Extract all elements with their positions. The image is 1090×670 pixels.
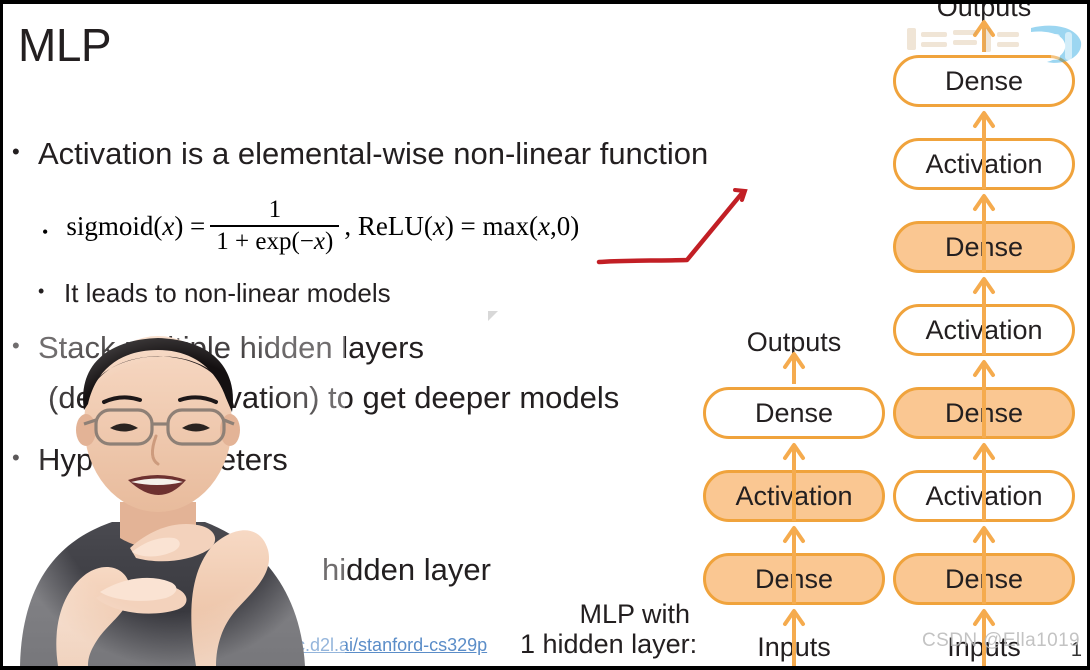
formula-relu-head: , ReLU( bbox=[344, 210, 433, 241]
right-mlp-node-dense: Dense bbox=[893, 387, 1075, 439]
formula-sigmoid-relu: • sigmoid(x) = 1 1 + exp(−x) , ReLU(x) =… bbox=[42, 196, 579, 256]
course-link[interactable]: https://c.d2l.ai/stanford-cs329p bbox=[242, 635, 487, 656]
bullet-text: Stack multiple hidden layers bbox=[38, 330, 424, 365]
left-mlp-inputs-label: Inputs bbox=[757, 632, 831, 662]
right-mlp-node-activation: Activation bbox=[893, 470, 1075, 522]
formula-den-close: ) bbox=[325, 228, 334, 255]
red-relu-sketch-icon bbox=[596, 188, 748, 265]
bullet-nonlinear-models: • It leads to non-linear models bbox=[38, 278, 391, 309]
page-title: MLP bbox=[18, 19, 112, 71]
node-label: Dense bbox=[944, 65, 1024, 96]
left-mlp-node-dense: Dense bbox=[703, 387, 885, 439]
formula-relu-end: ,0) bbox=[550, 210, 580, 241]
watermark-csdn-author: CSDN @Ella1019 bbox=[922, 630, 1080, 651]
left-mlp-node-dense: Dense bbox=[703, 553, 885, 605]
left-mlp-caption: MLP with 1 hidden layer: bbox=[520, 599, 698, 659]
letterbox-left bbox=[0, 0, 3, 670]
right-mlp-node-dense: Dense bbox=[893, 55, 1075, 107]
node-label: Dense bbox=[944, 563, 1024, 594]
slide-canvas: MLP • Activation is a elemental-wise non-… bbox=[0, 0, 1090, 670]
right-mlp-node-dense: Dense bbox=[893, 553, 1075, 605]
caption-line-1: MLP with bbox=[579, 599, 690, 629]
formula-den-pre: 1 + exp(− bbox=[216, 228, 314, 255]
bullet-stack-layers-cont: (dense + activation) to get deeper model… bbox=[48, 380, 620, 415]
flow-arrow-icon bbox=[973, 20, 995, 52]
node-label: Activation bbox=[735, 480, 853, 511]
formula-relu-var2: x bbox=[538, 210, 550, 241]
bullet-hyperparameters: • Hyper-parameters bbox=[12, 442, 288, 477]
formula-relu-var: x bbox=[432, 210, 445, 241]
bullet-dot-icon: • bbox=[12, 333, 20, 358]
formula-sigmoid-close: ) = bbox=[174, 210, 206, 241]
bullet-hidden-layer-tail: hidden layer bbox=[322, 552, 491, 587]
bullet-stack-layers: • Stack multiple hidden layers bbox=[12, 330, 424, 365]
node-label: Activation bbox=[925, 314, 1043, 345]
formula-relu-mid: ) = max( bbox=[444, 210, 539, 241]
right-mlp-node-activation: Activation bbox=[893, 138, 1075, 190]
right-mlp-node-activation: Activation bbox=[893, 304, 1075, 356]
bullet-dot-icon: • bbox=[12, 445, 20, 470]
flow-arrow-icon bbox=[783, 352, 805, 384]
cursor-artifact-icon bbox=[488, 311, 498, 321]
sub-bullet-dot-icon: • bbox=[38, 281, 45, 301]
node-label: Activation bbox=[925, 480, 1043, 511]
bullet-text: It leads to non-linear models bbox=[64, 278, 391, 308]
formula-numerator: 1 bbox=[268, 196, 282, 223]
letterbox-bottom bbox=[0, 666, 1090, 670]
bullet-dot-icon: • bbox=[12, 139, 20, 164]
left-mlp-node-activation: Activation bbox=[703, 470, 885, 522]
formula-fraction: 1 1 + exp(−x) bbox=[210, 196, 340, 256]
node-label: Dense bbox=[944, 397, 1024, 428]
sub-bullet-dot-icon: • bbox=[42, 221, 49, 242]
left-mlp-outputs-label: Outputs bbox=[746, 327, 842, 357]
formula-denominator: 1 + exp(−x) bbox=[210, 225, 340, 256]
node-label: Dense bbox=[754, 397, 834, 428]
bullet-text: Hyper-parameters bbox=[38, 442, 288, 477]
formula-sigmoid-var: x bbox=[162, 210, 175, 241]
node-label: Dense bbox=[754, 563, 834, 594]
bullet-activation: • Activation is a elemental-wise non-line… bbox=[12, 136, 708, 171]
right-mlp-node-dense: Dense bbox=[893, 221, 1075, 273]
letterbox-top bbox=[0, 0, 1090, 4]
formula-sigmoid-head: sigmoid( bbox=[66, 210, 163, 241]
node-label: Dense bbox=[944, 231, 1024, 262]
node-label: Activation bbox=[925, 148, 1043, 179]
formula-den-var: x bbox=[313, 228, 326, 255]
bullet-text: Activation is a elemental-wise non-linea… bbox=[38, 136, 709, 171]
caption-line-2: 1 hidden layer: bbox=[520, 628, 698, 659]
